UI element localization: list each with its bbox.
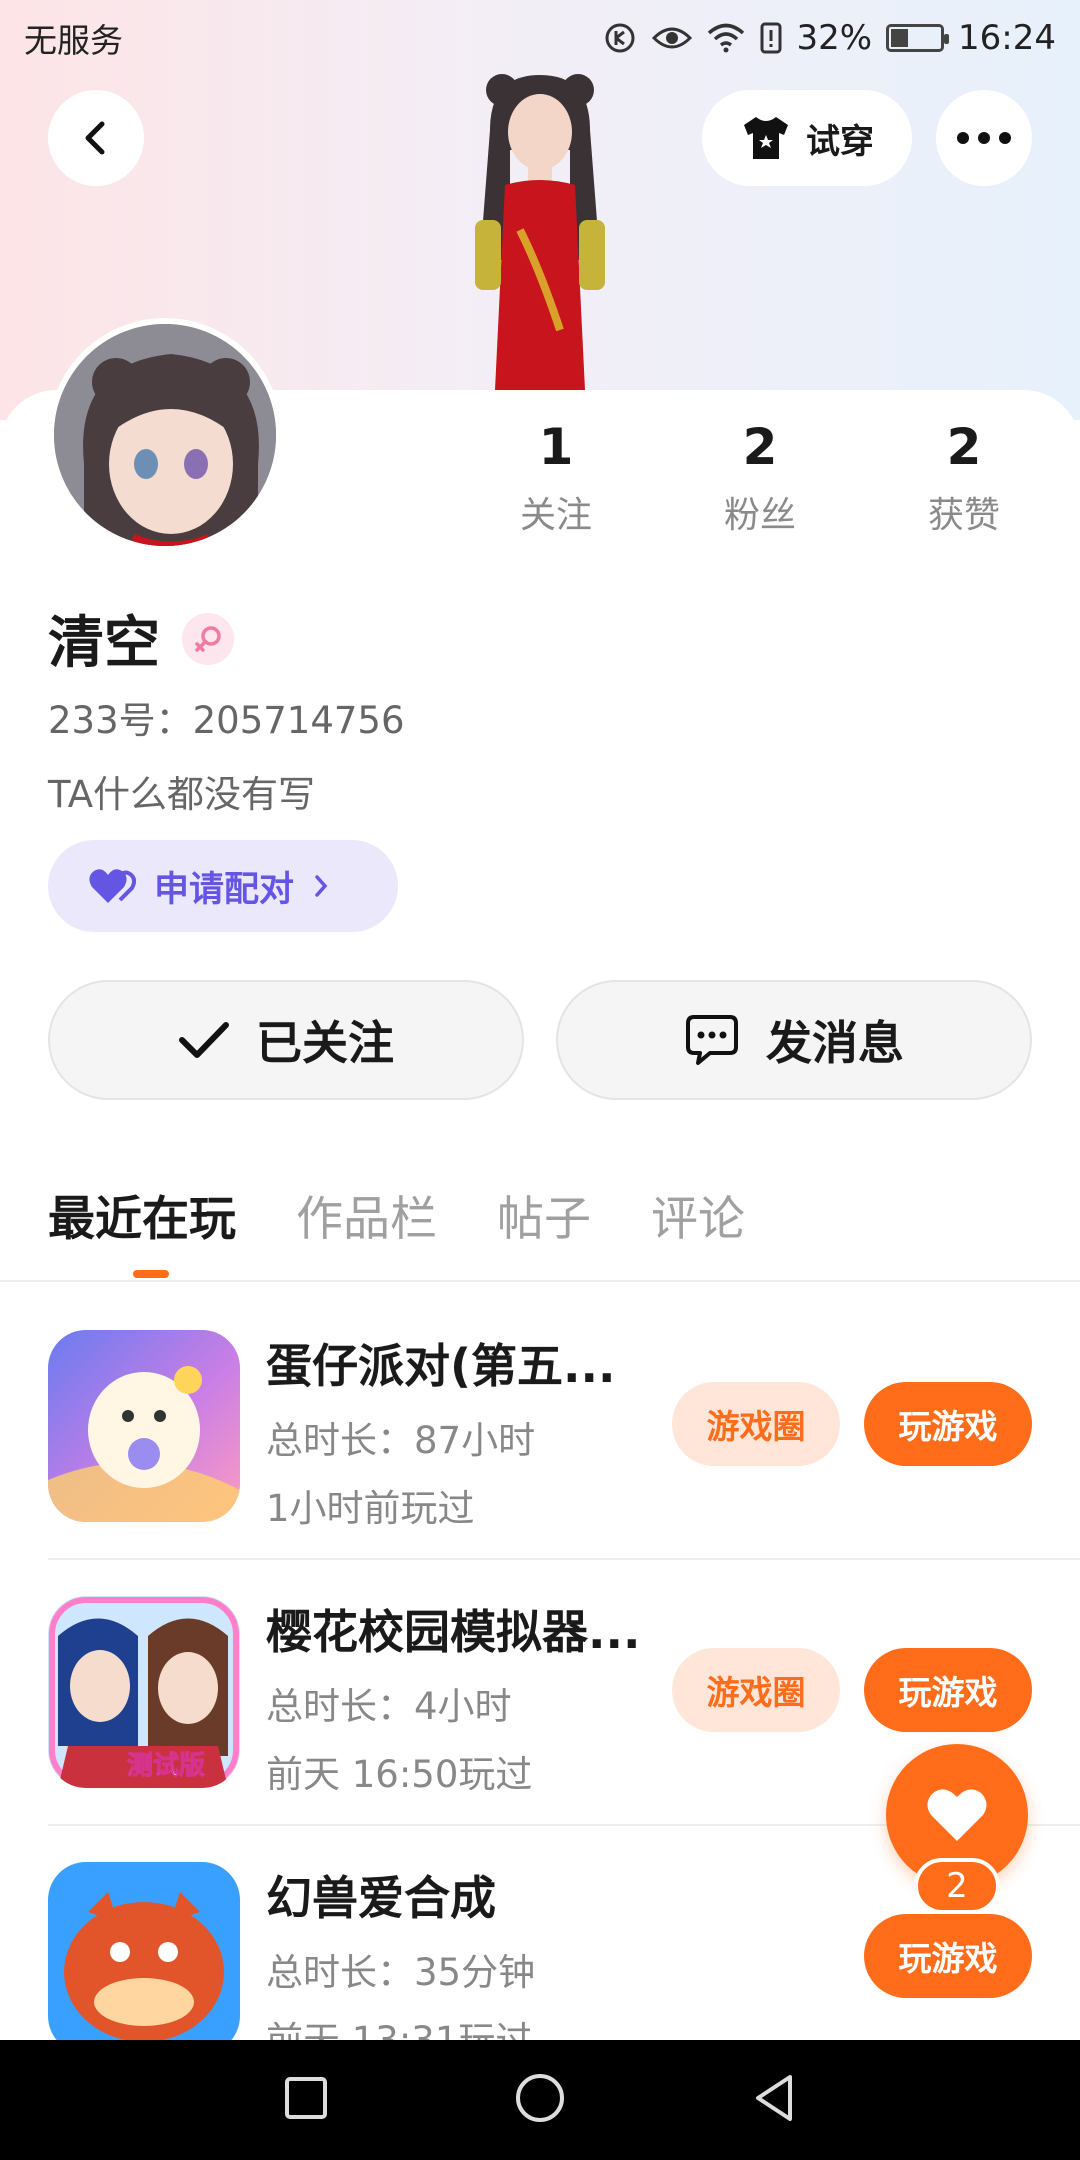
- play-game-button[interactable]: 玩游戏: [864, 1914, 1032, 1998]
- user-bio: TA什么都没有写: [48, 773, 316, 816]
- wifi-icon: [706, 22, 746, 54]
- game-info: 幻兽爱合成 总时长：35分钟 前天 13:31玩过: [266, 1862, 686, 2040]
- tabs-divider: [0, 1280, 1080, 1282]
- eye-comfort-icon: [652, 23, 693, 53]
- game-title: 幻兽爱合成: [266, 1871, 496, 1925]
- stat-fans-label: 粉丝: [723, 495, 796, 536]
- tab-works[interactable]: 作品栏: [296, 1180, 437, 1249]
- triangle-back-icon: [756, 2075, 792, 2121]
- game-icon-sakura-school[interactable]: 测试版: [48, 1596, 240, 1788]
- try-on-button[interactable]: 试穿: [702, 90, 912, 186]
- battery-percent: 32%: [796, 18, 873, 58]
- home-button[interactable]: [514, 2072, 566, 2128]
- chat-bubble-icon: [686, 1015, 738, 1065]
- back-nav-button[interactable]: [750, 2072, 798, 2128]
- checkmark-icon: [179, 1022, 229, 1058]
- stat-following[interactable]: 1 关注: [476, 418, 636, 538]
- stat-likes[interactable]: 2 获赞: [884, 418, 1044, 538]
- double-heart-icon: [89, 869, 136, 903]
- send-message-label: 发消息: [766, 1016, 904, 1070]
- stat-fans[interactable]: 2 粉丝: [680, 418, 840, 538]
- avatar-character-figure: [420, 70, 660, 390]
- game-icon-badge: 测试版: [127, 1751, 205, 1781]
- carrier-text: 无服务: [24, 21, 123, 60]
- tab-recently-played[interactable]: 最近在玩: [48, 1180, 236, 1249]
- game-last-played: 前天 16:50玩过: [266, 1753, 533, 1796]
- game-icon-eggy-party[interactable]: [48, 1330, 240, 1522]
- request-pair-button[interactable]: 申请配对: [48, 840, 398, 932]
- game-icon-beast-merge[interactable]: [48, 1862, 240, 2040]
- more-options-button[interactable]: [936, 90, 1032, 186]
- like-count-badge: 2: [914, 1858, 1000, 1914]
- followed-button[interactable]: 已关注: [48, 980, 524, 1100]
- game-list-item[interactable]: 蛋仔派对(第五... 总时长：87小时 1小时前玩过 游戏圈 玩游戏: [48, 1330, 1032, 1594]
- user-id: 233号：205714756: [48, 699, 405, 742]
- game-total-duration: 总时长：87小时: [266, 1419, 536, 1462]
- user-name: 清空: [48, 611, 160, 676]
- square-icon: [285, 2077, 327, 2119]
- circle-icon: [516, 2074, 564, 2122]
- game-list-item[interactable]: 测试版 樱花校园模拟器... 总时长：4小时 前天 16:50玩过 游戏圈 玩游…: [48, 1596, 1032, 1860]
- try-on-label: 试穿: [806, 121, 874, 162]
- followed-label: 已关注: [256, 1016, 394, 1070]
- tab-comments[interactable]: 评论: [651, 1180, 745, 1249]
- game-info: 樱花校园模拟器... 总时长：4小时 前天 16:50玩过: [266, 1596, 686, 1798]
- clock-time: 16:24: [958, 18, 1056, 58]
- chevron-left-icon: [85, 121, 105, 155]
- recent-apps-button[interactable]: [282, 2074, 330, 2126]
- request-pair-label: 申请配对: [154, 869, 295, 910]
- profile-tabs: 最近在玩 作品栏 帖子 评论: [48, 1180, 745, 1249]
- tab-posts[interactable]: 帖子: [497, 1180, 591, 1249]
- game-last-played: 1小时前玩过: [266, 1487, 475, 1530]
- status-bar: 无服务 32% 16:24: [0, 0, 1080, 76]
- name-row: 清空: [48, 598, 234, 679]
- stat-following-label: 关注: [519, 495, 592, 536]
- system-navigation-bar: [0, 2040, 1080, 2160]
- data-saver-icon: [602, 20, 638, 56]
- game-circle-button[interactable]: 游戏圈: [672, 1648, 840, 1732]
- game-list-item[interactable]: 幻兽爱合成 总时长：35分钟 前天 13:31玩过 玩游戏: [48, 1862, 1032, 2040]
- chevron-right-icon: [315, 875, 328, 897]
- status-icons: 32% 16:24: [602, 18, 1056, 58]
- send-message-button[interactable]: 发消息: [556, 980, 1032, 1100]
- back-button[interactable]: [48, 90, 144, 186]
- game-total-duration: 总时长：35分钟: [266, 1951, 536, 1994]
- game-circle-button[interactable]: 游戏圈: [672, 1382, 840, 1466]
- more-dots-icon: [957, 132, 1011, 144]
- game-last-played: 前天 13:31玩过: [266, 2010, 686, 2040]
- female-gender-icon: [182, 612, 234, 665]
- battery-alert-icon: [760, 22, 782, 54]
- play-game-button[interactable]: 玩游戏: [864, 1648, 1032, 1732]
- game-total-duration: 总时长：4小时: [266, 1685, 512, 1728]
- active-tab-indicator: [133, 1270, 169, 1278]
- game-info: 蛋仔派对(第五... 总时长：87小时 1小时前玩过: [266, 1330, 686, 1532]
- shirt-icon: [744, 117, 788, 159]
- stat-likes-count: 2: [946, 418, 982, 476]
- game-title: 樱花校园模拟器...: [266, 1605, 641, 1659]
- battery-icon: [886, 24, 950, 52]
- game-title: 蛋仔派对(第五...: [266, 1339, 616, 1393]
- stat-likes-label: 获赞: [927, 495, 1000, 536]
- stat-following-count: 1: [538, 418, 574, 476]
- avatar[interactable]: [48, 318, 282, 552]
- heart-icon: [927, 1789, 987, 1841]
- play-game-button[interactable]: 玩游戏: [864, 1382, 1032, 1466]
- row-divider: [48, 1558, 1080, 1560]
- stat-fans-count: 2: [742, 418, 778, 476]
